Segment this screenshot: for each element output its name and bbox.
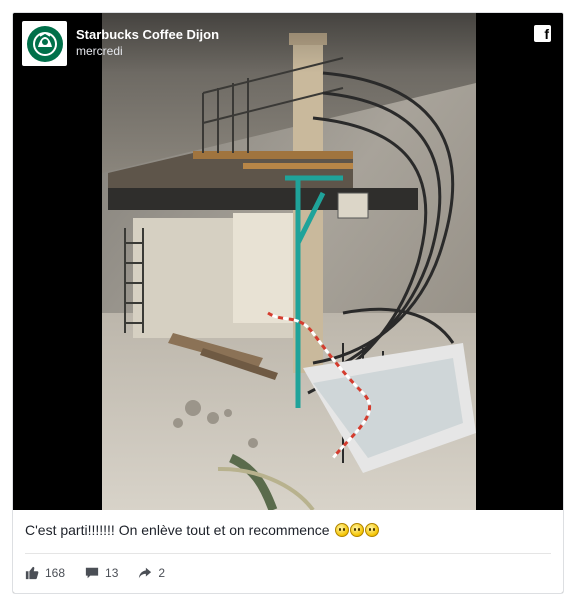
post-caption: C'est parti!!!!!!! On enlève tout et on … [25,522,379,538]
construction-photo [13,13,563,510]
thumbs-up-icon [25,566,39,580]
engagement-bar: 168 13 2 [25,566,165,580]
starbucks-logo-icon[interactable] [22,21,67,66]
facebook-icon[interactable]: f [534,25,551,42]
share-button[interactable]: 2 [138,566,165,580]
facebook-post-card: Starbucks Coffee Dijon mercredi f C'est … [12,12,564,594]
divider [25,553,551,554]
grinning-face-icon [364,523,379,537]
grinning-face-icon [349,523,364,537]
share-arrow-icon [139,567,152,579]
comment-count: 13 [105,566,119,580]
post-header: Starbucks Coffee Dijon mercredi f [13,13,563,73]
comment-icon [85,567,99,579]
like-button[interactable]: 168 [25,566,65,580]
post-footer: C'est parti!!!!!!! On enlève tout et on … [13,510,563,593]
like-count: 168 [45,566,66,580]
post-photo[interactable] [13,13,563,510]
caption-text: C'est parti!!!!!!! On enlève tout et on … [25,522,330,538]
grinning-face-icon [334,523,349,537]
share-count: 2 [158,566,166,580]
page-name[interactable]: Starbucks Coffee Dijon [76,27,219,42]
comment-button[interactable]: 13 [85,566,118,580]
post-timestamp[interactable]: mercredi [76,44,123,58]
